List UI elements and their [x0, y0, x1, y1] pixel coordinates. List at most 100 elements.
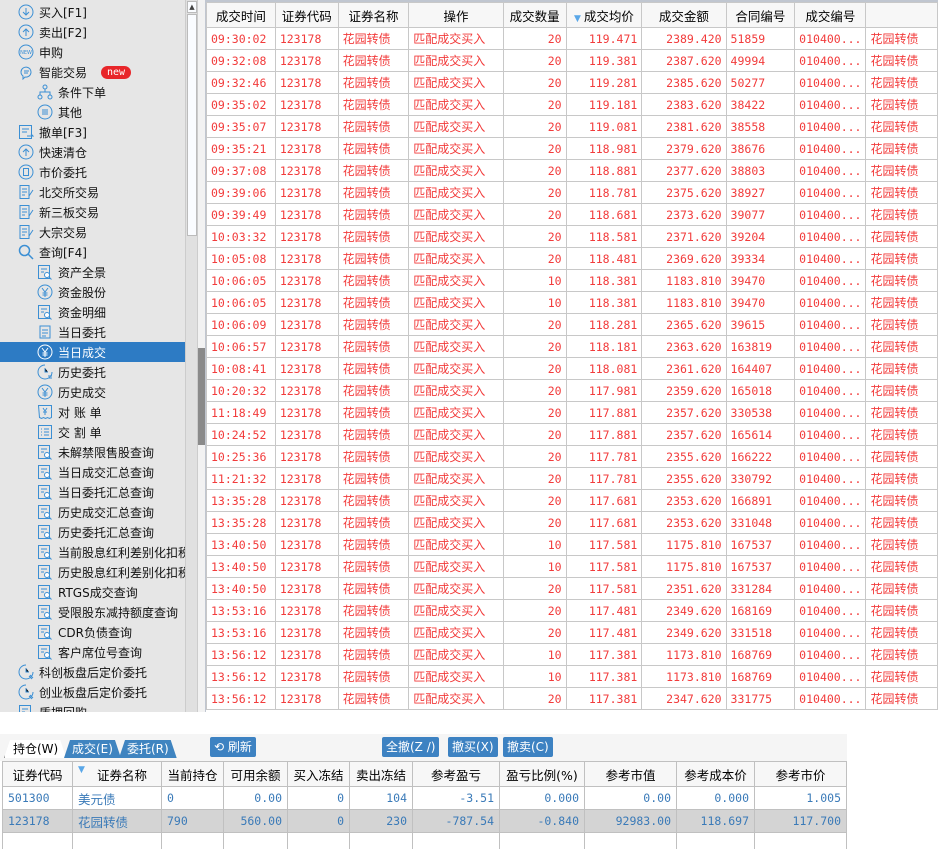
table-row[interactable]: 13:40:50 123178 花园转债 匹配成交买入 10 117.581 1175.81…	[206, 555, 938, 578]
table-row[interactable]: 09:32:08 123178 花园转债 匹配成交买入 20 119.381 2387.62…	[206, 49, 938, 72]
table-row[interactable]: 10:03:32 123178 花园转债 匹配成交买入 20 118.581 2371.62…	[206, 225, 938, 248]
sidebar-item[interactable]: 历史委托汇总查询	[0, 522, 185, 542]
column-header[interactable]: 证券代码	[274, 2, 339, 28]
column-header[interactable]: 参考盈亏	[412, 761, 500, 787]
table-row[interactable]: 10:05:08 123178 花园转债 匹配成交买入 20 118.481 2369.62…	[206, 247, 938, 270]
table-row[interactable]: 13:40:50 123178 花园转债 匹配成交买入 10 117.581 1175.81…	[206, 533, 938, 556]
panel-splitter[interactable]	[197, 0, 205, 752]
collapse-handle[interactable]	[198, 348, 205, 752]
sidebar-item[interactable]: 买入[F1]	[0, 2, 185, 22]
table-row[interactable]: 09:35:07 123178 花园转债 匹配成交买入 20 119.081 2381.62…	[206, 115, 938, 138]
sidebar-item[interactable]: 质押回购	[0, 702, 185, 712]
sidebar-item[interactable]: 撤单[F3]	[0, 122, 185, 142]
tab-orders[interactable]: 委托(R)	[119, 740, 177, 758]
table-row[interactable]: 09:39:06 123178 花园转债 匹配成交买入 20 118.781 2375.62…	[206, 181, 938, 204]
column-header[interactable]: 当前持仓	[161, 761, 224, 787]
cancel-buy-button[interactable]: 撤买(X)	[448, 737, 498, 757]
table-row[interactable]: 10:20:32 123178 花园转债 匹配成交买入 20 117.981 2359.62…	[206, 379, 938, 402]
refresh-button[interactable]: ⟲ 刷新	[210, 737, 256, 757]
column-header[interactable]: 成交时间	[206, 2, 276, 28]
sidebar-item[interactable]: 历史成交	[0, 382, 185, 402]
table-row[interactable]: 09:35:21 123178 花园转债 匹配成交买入 20 118.981 2379.62…	[206, 137, 938, 160]
position-row[interactable]: 123178 花园转债 790 560.00 0 230 -787.54 -0.840 9298…	[2, 809, 847, 833]
scrollbar-thumb[interactable]	[187, 14, 197, 236]
sidebar-item[interactable]: 大宗交易	[0, 222, 185, 242]
column-header[interactable]: ▼ 证券名称	[72, 761, 162, 787]
sidebar-item[interactable]: 历史股息红利差别化扣税	[0, 562, 185, 582]
table-row[interactable]: 10:08:41 123178 花园转债 匹配成交买入 20 118.081 2361.62…	[206, 357, 938, 380]
table-row[interactable]: 09:35:02 123178 花园转债 匹配成交买入 20 119.181 2383.62…	[206, 93, 938, 116]
sidebar-item[interactable]: 智能交易 new	[0, 62, 185, 82]
column-header[interactable]: 证券代码	[2, 761, 73, 787]
table-row[interactable]: 10:25:36 123178 花园转债 匹配成交买入 20 117.781 2355.62…	[206, 445, 938, 468]
sidebar-item[interactable]: 当前股息红利差别化扣税	[0, 542, 185, 562]
sidebar-item[interactable]: 当日委托汇总查询	[0, 482, 185, 502]
table-row[interactable]: 13:40:50 123178 花园转债 匹配成交买入 20 117.581 2351.62…	[206, 577, 938, 600]
sidebar-item[interactable]: 交 割 单	[0, 422, 185, 442]
sidebar-item[interactable]: 市价委托	[0, 162, 185, 182]
table-row[interactable]: 13:56:12 123178 花园转债 匹配成交买入 10 117.381 1173.81…	[206, 643, 938, 666]
sidebar-item[interactable]: RTGS成交查询	[0, 582, 185, 602]
sidebar-item[interactable]: 其他	[0, 102, 185, 122]
table-row[interactable]: 10:06:09 123178 花园转债 匹配成交买入 20 118.281 2365.62…	[206, 313, 938, 336]
tab-positions[interactable]: 持仓(W)	[4, 740, 66, 758]
sidebar-item[interactable]: 未解禁限售股查询	[0, 442, 185, 462]
column-header[interactable]: 盈亏比例(%)	[499, 761, 585, 787]
table-row[interactable]: 10:24:52 123178 花园转债 匹配成交买入 20 117.881 2357.62…	[206, 423, 938, 446]
table-row[interactable]: 11:18:49 123178 花园转债 匹配成交买入 20 117.881 2357.62…	[206, 401, 938, 424]
sidebar-item[interactable]: 对 账 单	[0, 402, 185, 422]
sidebar-item[interactable]: 资金股份	[0, 282, 185, 302]
sidebar-item[interactable]: 历史成交汇总查询	[0, 502, 185, 522]
sidebar-item[interactable]: NEW 申购	[0, 42, 185, 62]
table-row[interactable]: 11:21:32 123178 花园转债 匹配成交买入 20 117.781 2355.62…	[206, 467, 938, 490]
table-row[interactable]: 10:06:57 123178 花园转债 匹配成交买入 20 118.181 2363.62…	[206, 335, 938, 358]
column-header[interactable]: 证券名称	[337, 2, 410, 28]
sidebar-item[interactable]: 查询[F4]	[0, 242, 185, 262]
table-row[interactable]: 09:39:49 123178 花园转债 匹配成交买入 20 118.681 2373.62…	[206, 203, 938, 226]
cancel-all-button[interactable]: 全撤(Z /)	[382, 737, 440, 757]
column-header[interactable]	[865, 2, 938, 28]
column-header[interactable]: 合同编号	[725, 2, 796, 28]
column-header[interactable]: 参考市价	[754, 761, 847, 787]
sidebar-item[interactable]: 新三板交易	[0, 202, 185, 222]
sidebar-item[interactable]: 北交所交易	[0, 182, 185, 202]
column-header[interactable]: 成交数量	[502, 2, 567, 28]
column-header[interactable]: 参考成本价	[676, 761, 755, 787]
table-row[interactable]: 13:35:28 123178 花园转债 匹配成交买入 20 117.681 2353.62…	[206, 489, 938, 512]
sidebar-item[interactable]: 卖出[F2]	[0, 22, 185, 42]
column-header[interactable]: 成交金额	[641, 2, 727, 28]
sidebar-item[interactable]: 快速清仓	[0, 142, 185, 162]
sidebar-item[interactable]: 客户席位号查询	[0, 642, 185, 662]
sidebar-item[interactable]: 历史委托	[0, 362, 185, 382]
sidebar-item[interactable]: CDR负债查询	[0, 622, 185, 642]
cancel-sell-button[interactable]: 撤卖(C)	[503, 737, 553, 757]
table-row[interactable]: 13:56:12 123178 花园转债 匹配成交买入 20 117.381 2347.62…	[206, 687, 938, 710]
table-row[interactable]: 13:35:28 123178 花园转债 匹配成交买入 20 117.681 2353.62…	[206, 511, 938, 534]
table-row[interactable]: 13:56:12 123178 花园转债 匹配成交买入 10 117.381 1173.81…	[206, 665, 938, 688]
sidebar-item[interactable]: 条件下单	[0, 82, 185, 102]
table-row[interactable]: 09:30:02 123178 花园转债 匹配成交买入 20 119.471 2389.42…	[206, 27, 938, 50]
column-header[interactable]: 成交编号	[794, 2, 867, 28]
column-header[interactable]: 卖出冻结	[349, 761, 413, 787]
sidebar-scrollbar[interactable]: ▲	[185, 0, 197, 712]
sidebar-item[interactable]: 资产全景	[0, 262, 185, 282]
scroll-up-button[interactable]: ▲	[187, 1, 197, 13]
sidebar-item[interactable]: 当日成交	[0, 342, 185, 362]
sidebar-item[interactable]: 当日成交汇总查询	[0, 462, 185, 482]
sidebar-item[interactable]: 创业板盘后定价委托	[0, 682, 185, 702]
column-header[interactable]: 可用余额	[223, 761, 288, 787]
table-row[interactable]: 13:53:16 123178 花园转债 匹配成交买入 20 117.481 2349.62…	[206, 599, 938, 622]
column-header[interactable]: 操作	[408, 2, 504, 28]
sidebar-item[interactable]: 受限股东减持额度查询	[0, 602, 185, 622]
sidebar-item[interactable]: 科创板盘后定价委托	[0, 662, 185, 682]
table-row[interactable]: 09:37:08 123178 花园转债 匹配成交买入 20 118.881 2377.62…	[206, 159, 938, 182]
table-row[interactable]: 13:53:16 123178 花园转债 匹配成交买入 20 117.481 2349.62…	[206, 621, 938, 644]
table-row[interactable]: 10:06:05 123178 花园转债 匹配成交买入 10 118.381 1183.81…	[206, 291, 938, 314]
sidebar-item[interactable]: 当日委托	[0, 322, 185, 342]
table-row[interactable]: 09:32:46 123178 花园转债 匹配成交买入 20 119.281 2385.62…	[206, 71, 938, 94]
column-header[interactable]: ▼ 成交均价	[565, 2, 643, 28]
position-row[interactable]: 501300 美元债 0 0.00 0 104 -3.51 0.000 0.00 0.000 1.0…	[2, 786, 847, 810]
tab-trades[interactable]: 成交(E)	[64, 740, 121, 758]
column-header[interactable]: 买入冻结	[287, 761, 350, 787]
sidebar-item[interactable]: 资金明细	[0, 302, 185, 322]
